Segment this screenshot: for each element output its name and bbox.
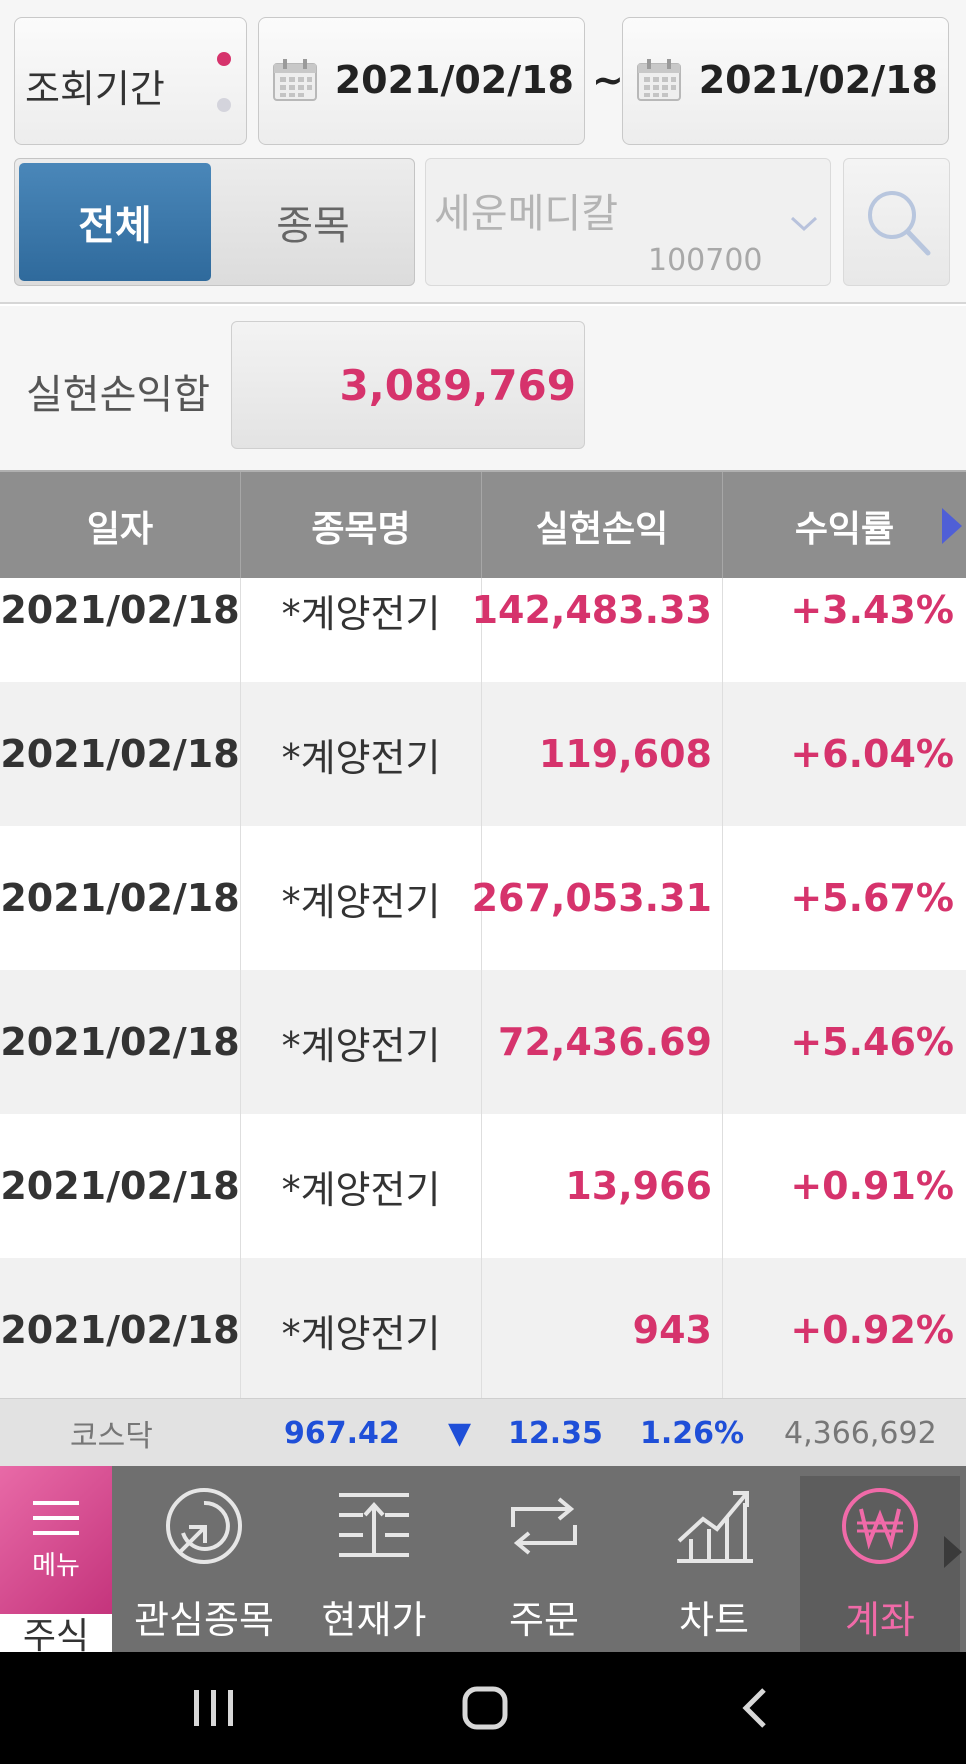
row-date: 2021/02/18	[0, 970, 241, 1114]
row-realized-pnl: 119,608	[482, 682, 723, 826]
scope-segmented-control: 전체 종목	[14, 158, 415, 286]
row-stock-name: *계양전기	[241, 578, 482, 682]
ticker-change: 12.35	[508, 1415, 603, 1451]
calendar-icon	[637, 59, 681, 101]
table-row[interactable]: 2021/02/18 *계양전기 267,053.31 +5.67%	[0, 826, 966, 970]
market-ticker[interactable]: 코스닥 967.42 ▼ 12.35 1.26% 4,366,692	[0, 1398, 966, 1466]
nav-account[interactable]: 계좌	[800, 1476, 960, 1652]
row-stock-name: *계양전기	[241, 682, 482, 826]
down-arrow-icon: ▼	[448, 1415, 472, 1451]
row-date: 2021/02/18	[0, 682, 241, 826]
stock-tab[interactable]: 주식	[0, 1614, 112, 1657]
row-stock-name: *계양전기	[241, 970, 482, 1114]
row-stock-name: *계양전기	[241, 1258, 482, 1398]
table-header: 일자 종목명 실현손익 수익률	[0, 470, 966, 580]
nav-scroll-right-icon[interactable]	[942, 1534, 964, 1570]
column-header-name[interactable]: 종목명	[241, 472, 482, 580]
pnl-table-body[interactable]: 2021/02/18 *계양전기 142,483.33 +3.43% 2021/…	[0, 578, 966, 1398]
search-icon	[868, 191, 931, 256]
summary-panel: 실현손익합 3,089,769	[0, 306, 966, 470]
nav-label: 주문	[509, 1598, 579, 1642]
row-date: 2021/02/18	[0, 578, 241, 682]
bottom-nav: 메뉴 주식 관심종목 현재가 주문 차트 계좌	[0, 1466, 966, 1657]
nav-label: 현재가	[321, 1598, 427, 1642]
won-icon	[842, 1488, 918, 1564]
recent-apps-icon[interactable]	[192, 1688, 236, 1728]
row-realized-pnl: 72,436.69	[482, 970, 723, 1114]
realized-pnl-total-label: 실현손익합	[26, 372, 210, 418]
chevron-down-icon	[790, 216, 818, 232]
segment-all-button[interactable]: 전체	[19, 163, 211, 281]
stock-name: 세운메디칼	[434, 191, 618, 237]
ticker-index-value: 967.42	[284, 1415, 400, 1451]
table-row[interactable]: 2021/02/18 *계양전기 943 +0.92%	[0, 1258, 966, 1398]
exchange-icon	[511, 1497, 577, 1555]
column-header-date[interactable]: 일자	[0, 472, 241, 580]
search-button[interactable]	[843, 158, 950, 286]
date-range-separator: ~	[592, 58, 624, 102]
row-return-rate: +0.92%	[790, 1308, 954, 1352]
period-dot-inactive	[217, 98, 231, 112]
refresh-arrow-icon	[166, 1488, 242, 1564]
nav-watchlist[interactable]: 관심종목	[120, 1466, 288, 1652]
start-date-field[interactable]: 2021/02/18	[258, 17, 585, 145]
menu-button[interactable]: 메뉴 주식	[0, 1466, 112, 1657]
scroll-right-arrow-icon[interactable]	[940, 506, 964, 546]
nav-label: 계좌	[845, 1598, 915, 1642]
row-return-rate: +6.04%	[790, 732, 954, 776]
price-list-icon	[339, 1493, 409, 1557]
row-stock-name: *계양전기	[241, 826, 482, 970]
table-row[interactable]: 2021/02/18 *계양전기 13,966 +0.91%	[0, 1114, 966, 1258]
table-row[interactable]: 2021/02/18 *계양전기 119,608 +6.04%	[0, 682, 966, 826]
end-date-field[interactable]: 2021/02/18	[622, 17, 949, 145]
hamburger-icon	[33, 1500, 79, 1535]
period-selector[interactable]: 조회기간	[14, 17, 247, 145]
ticker-index-name: 코스닥	[70, 1419, 153, 1454]
row-realized-pnl: 943	[482, 1258, 723, 1398]
nav-label: 차트	[679, 1598, 749, 1642]
ticker-change-pct: 1.26%	[640, 1415, 745, 1451]
ticker-volume: 4,366,692	[784, 1415, 937, 1451]
row-stock-name: *계양전기	[241, 1114, 482, 1258]
calendar-icon	[273, 59, 317, 101]
nav-order[interactable]: 주문	[460, 1466, 628, 1652]
end-date-value: 2021/02/18	[698, 58, 938, 102]
system-navigation-bar	[0, 1652, 966, 1764]
menu-label: 메뉴	[32, 1550, 80, 1581]
row-date: 2021/02/18	[0, 826, 241, 970]
menu-panel: 메뉴	[0, 1466, 112, 1614]
row-date: 2021/02/18	[0, 1258, 241, 1398]
column-header-rate[interactable]: 수익률	[723, 472, 966, 580]
stock-select[interactable]: 세운메디칼 100700	[425, 158, 831, 286]
realized-pnl-total-value: 3,089,769	[231, 321, 585, 449]
period-dot-active	[217, 52, 231, 66]
row-realized-pnl: 267,053.31	[472, 826, 723, 970]
nav-chart[interactable]: 차트	[630, 1466, 798, 1652]
nav-current-price[interactable]: 현재가	[290, 1466, 458, 1652]
chart-icon	[677, 1491, 753, 1563]
row-return-rate: +0.91%	[790, 1164, 954, 1208]
back-icon[interactable]	[740, 1686, 770, 1730]
segment-stock-button[interactable]: 종목	[215, 163, 411, 281]
row-return-rate: +3.43%	[790, 588, 954, 632]
start-date-value: 2021/02/18	[334, 58, 574, 102]
nav-label: 관심종목	[134, 1598, 274, 1642]
row-realized-pnl: 142,483.33	[472, 578, 723, 682]
row-return-rate: +5.46%	[790, 1020, 954, 1064]
row-return-rate: +5.67%	[790, 876, 954, 920]
table-row[interactable]: 2021/02/18 *계양전기 72,436.69 +5.46%	[0, 970, 966, 1114]
row-realized-pnl: 13,966	[482, 1114, 723, 1258]
table-row[interactable]: 2021/02/18 *계양전기 142,483.33 +3.43%	[0, 578, 966, 682]
stock-code: 100700	[648, 243, 763, 278]
row-date: 2021/02/18	[0, 1114, 241, 1258]
home-icon[interactable]	[462, 1686, 508, 1730]
period-label: 조회기간	[25, 67, 165, 111]
column-header-pnl[interactable]: 실현손익	[482, 472, 723, 580]
